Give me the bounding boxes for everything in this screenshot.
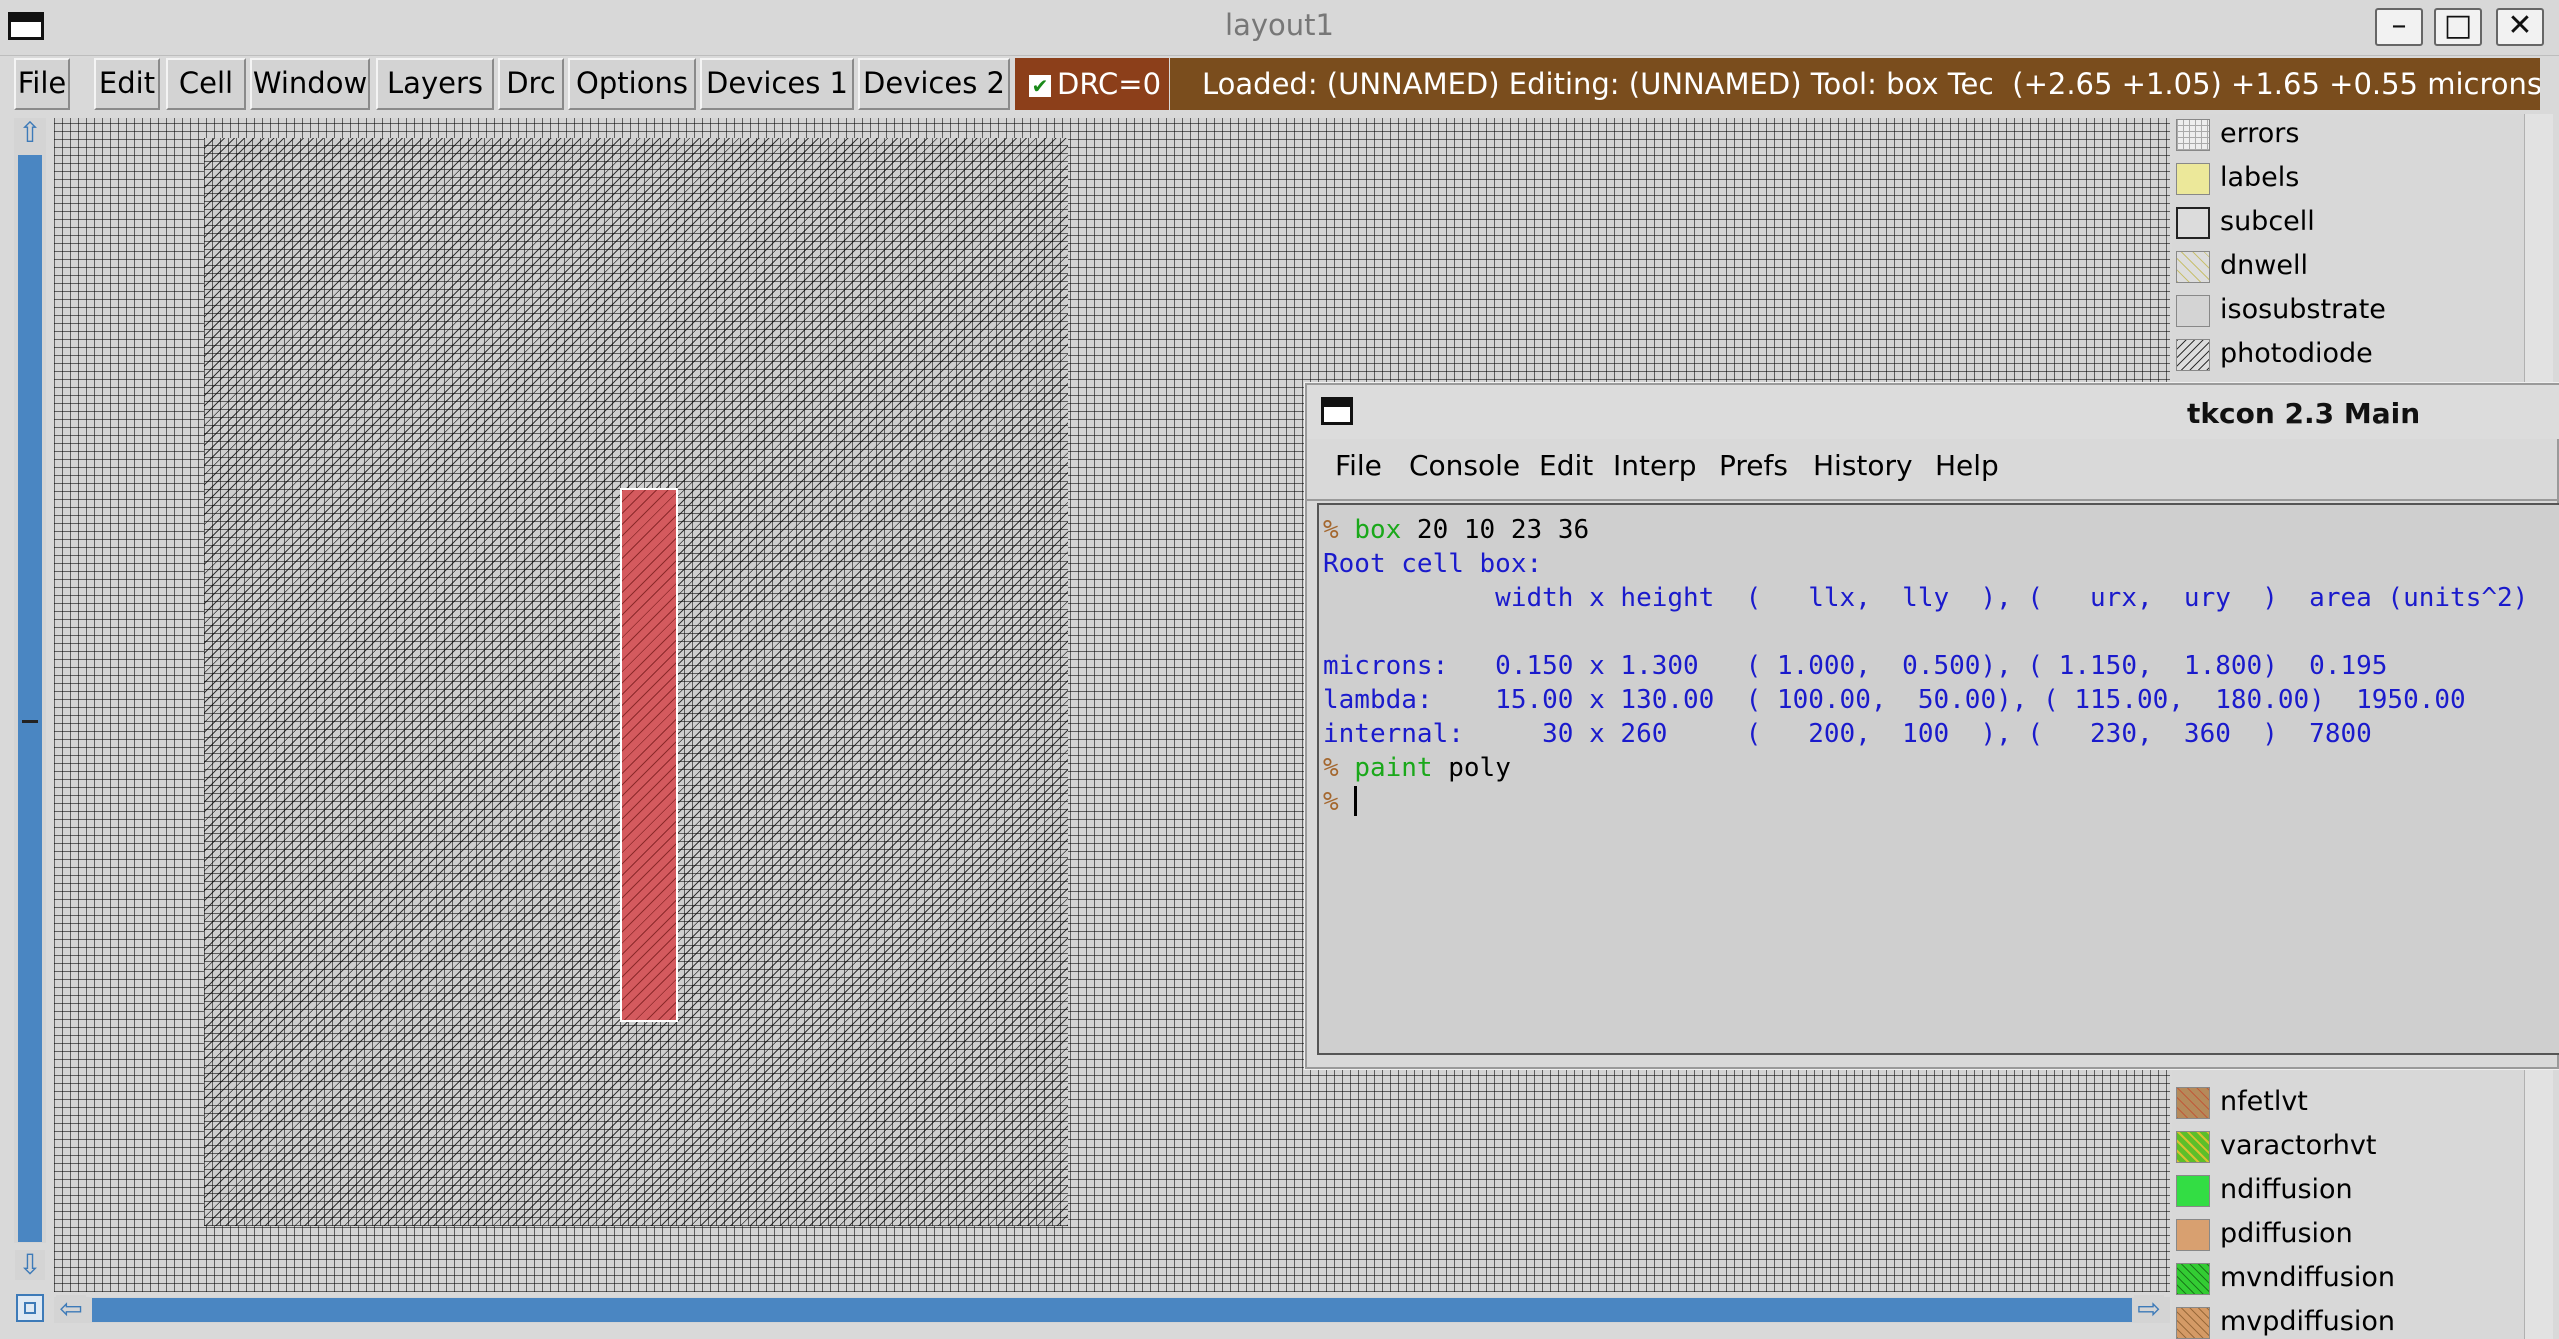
menu-cell[interactable]: Cell: [166, 58, 246, 110]
console-output: width x height ( llx, lly ), ( urx, ury …: [1323, 583, 2529, 613]
layer-name: labels: [2220, 162, 2300, 193]
scroll-up-icon[interactable]: ⇧: [15, 118, 45, 148]
layer-name: mvndiffusion: [2220, 1262, 2395, 1293]
console-command: box: [1354, 515, 1402, 545]
layer-swatch: [2176, 1219, 2210, 1251]
text-cursor: [1354, 786, 1358, 816]
console-input-line[interactable]: %: [1323, 785, 1358, 819]
layer-isosubstrate[interactable]: isosubstrate: [2176, 288, 2516, 332]
layer-name: subcell: [2220, 206, 2315, 237]
layer-swatch: [2176, 339, 2210, 371]
console-output: internal: 30 x 260 ( 200, 100 ), ( 230, …: [1323, 719, 2372, 749]
menu-devices-1[interactable]: Devices 1: [700, 58, 854, 110]
tkcon-menu-help[interactable]: Help: [1935, 449, 1999, 482]
console-args: poly: [1432, 753, 1511, 783]
tkcon-menu-edit[interactable]: Edit: [1539, 449, 1593, 482]
tkcon-window: tkcon 2.3 Main File Console Edit Interp …: [1305, 383, 2559, 1069]
menu-drc[interactable]: Drc: [498, 58, 564, 110]
layer-photodiode[interactable]: photodiode: [2176, 332, 2516, 376]
tkcon-menu-file[interactable]: File: [1335, 449, 1382, 482]
drc-toggle[interactable]: ✔ DRC=0: [1015, 58, 1169, 110]
maximize-button[interactable]: □: [2434, 8, 2482, 46]
console-command: paint: [1354, 753, 1433, 783]
console-output: Root cell box:: [1323, 549, 1543, 579]
scroll-down-icon[interactable]: ⇩: [15, 1250, 45, 1280]
layer-nfetlvt[interactable]: nfetlvt: [2176, 1080, 2516, 1124]
tkcon-console[interactable]: % box 20 10 23 36 Root cell box: width x…: [1317, 503, 2559, 1055]
layer-swatch: [2176, 1087, 2210, 1119]
tkcon-title: tkcon 2.3 Main: [2187, 397, 2421, 430]
cursor-coordinates: (+2.65 +1.05) +1.65 +0.55 microns: [1992, 58, 2540, 110]
layer-swatch: [2176, 119, 2210, 151]
poly-box[interactable]: [620, 488, 678, 1022]
layer-swatch: [2176, 1131, 2210, 1163]
layer-swatch: [2176, 163, 2210, 195]
layer-swatch: [2176, 1175, 2210, 1207]
menu-edit[interactable]: Edit: [94, 58, 160, 110]
layer-name: errors: [2220, 118, 2300, 149]
drc-label: DRC=0: [1057, 67, 1162, 101]
layer-labels[interactable]: labels: [2176, 156, 2516, 200]
tkcon-window-icon[interactable]: [1321, 397, 1353, 425]
layer-name: ndiffusion: [2220, 1174, 2353, 1205]
zoom-box-icon[interactable]: [16, 1294, 44, 1322]
status-text: Loaded: (UNNAMED) Editing: (UNNAMED) Too…: [1202, 67, 2073, 101]
layer-subcell[interactable]: subcell: [2176, 200, 2516, 244]
scroll-position-marker: [22, 720, 38, 723]
layer-swatch: [2176, 207, 2210, 239]
layer-name: varactorhvt: [2220, 1130, 2377, 1161]
scroll-left-icon[interactable]: ⇦: [56, 1295, 86, 1323]
console-prompt: %: [1323, 515, 1355, 545]
layer-swatch: [2176, 1307, 2210, 1339]
layer-name: mvpdiffusion: [2220, 1306, 2395, 1337]
console-args: 20 10 23 36: [1401, 515, 1590, 545]
layer-varactorhvt[interactable]: varactorhvt: [2176, 1124, 2516, 1168]
menu-file[interactable]: File: [14, 58, 70, 110]
menu-layers[interactable]: Layers: [376, 58, 494, 110]
layer-name: nfetlvt: [2220, 1086, 2308, 1117]
layer-swatch: [2176, 295, 2210, 327]
close-button[interactable]: ✕: [2496, 8, 2544, 46]
menu-devices-2[interactable]: Devices 2: [858, 58, 1010, 110]
layer-mvpdiffusion[interactable]: mvpdiffusion: [2176, 1300, 2516, 1339]
horizontal-scroll-thumb[interactable]: [92, 1298, 2132, 1322]
layer-name: pdiffusion: [2220, 1218, 2353, 1249]
layer-errors[interactable]: errors: [2176, 112, 2516, 156]
checkbox-icon: ✔: [1029, 75, 1051, 97]
layer-mvndiffusion[interactable]: mvndiffusion: [2176, 1256, 2516, 1300]
tkcon-menu-separator: [1307, 499, 2559, 501]
layer-ndiffusion[interactable]: ndiffusion: [2176, 1168, 2516, 1212]
console-line: % box 20 10 23 36: [1323, 513, 1589, 547]
tkcon-menu-history[interactable]: History: [1813, 449, 1913, 482]
window-title: layout1: [1225, 8, 1334, 42]
layer-name: photodiode: [2220, 338, 2373, 369]
layer-pdiffusion[interactable]: pdiffusion: [2176, 1212, 2516, 1256]
console-output: lambda: 15.00 x 130.00 ( 100.00, 50.00),…: [1323, 685, 2466, 715]
menu-window[interactable]: Window: [250, 58, 370, 110]
layer-swatch: [2176, 251, 2210, 283]
vertical-scroll-thumb[interactable]: [18, 155, 42, 1242]
console-line: % paint poly: [1323, 751, 1511, 785]
layer-name: isosubstrate: [2220, 294, 2386, 325]
status-bar: Loaded: (UNNAMED) Editing: (UNNAMED) Too…: [1170, 58, 2540, 110]
scroll-right-icon[interactable]: ⇨: [2134, 1295, 2164, 1323]
console-prompt: %: [1323, 753, 1355, 783]
layer-swatch: [2176, 1263, 2210, 1295]
console-output: microns: 0.150 x 1.300 ( 1.000, 0.500), …: [1323, 651, 2388, 681]
menu-options[interactable]: Options: [568, 58, 696, 110]
tkcon-menu-console[interactable]: Console: [1409, 449, 1520, 482]
minimize-button[interactable]: –: [2375, 8, 2423, 46]
console-prompt: %: [1323, 787, 1355, 817]
tkcon-menu-prefs[interactable]: Prefs: [1719, 449, 1788, 482]
layer-name: dnwell: [2220, 250, 2308, 281]
tkcon-menu-interp[interactable]: Interp: [1613, 449, 1697, 482]
layer-dnwell[interactable]: dnwell: [2176, 244, 2516, 288]
